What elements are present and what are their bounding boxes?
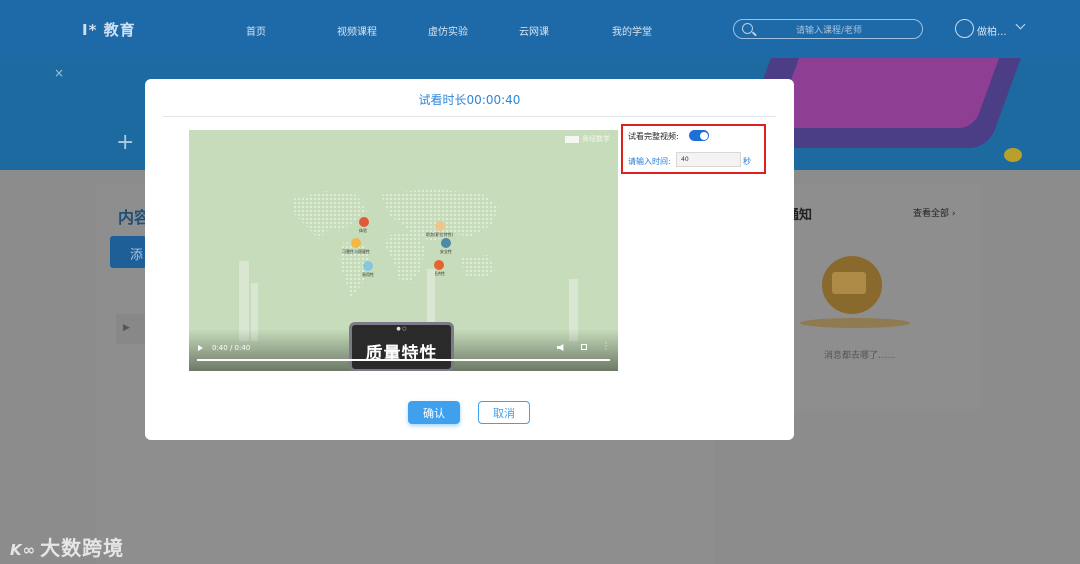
map-poi-safety: 安全性 — [440, 238, 452, 255]
banner-coin — [1004, 148, 1022, 162]
poi-marker-icon — [351, 238, 361, 248]
view-all-link[interactable]: 查看全部 › — [913, 206, 955, 219]
poi-marker-icon — [363, 261, 373, 271]
content-list-item[interactable] — [116, 314, 146, 344]
fullscreen-icon[interactable] — [581, 344, 587, 350]
top-navigation-bar: I* 教育 首页 视频课程 虚仿实验 云网课 我的学堂 请输入课程/老师 做柏.… — [0, 0, 1080, 58]
poi-marker-icon — [434, 260, 444, 270]
dialog-title: 试看时长00:00:40 — [418, 93, 521, 107]
poi-marker-icon — [434, 221, 445, 231]
chevron-down-icon — [1015, 19, 1026, 30]
map-poi-function: 职务(职位特性) — [426, 221, 453, 238]
empty-message-icon — [822, 256, 882, 314]
user-name: 做柏... — [977, 27, 1007, 38]
nav-my-study[interactable]: 我的学堂 — [612, 23, 652, 38]
video-controls: 0:40 / 0:40 · · · — [189, 340, 618, 371]
search-input[interactable]: 请输入课程/老师 — [733, 19, 923, 39]
world-map-illustration — [293, 189, 499, 297]
search-icon — [742, 23, 753, 34]
site-logo[interactable]: I* 教育 — [82, 19, 136, 40]
map-poi-reliability: 可靠性与稳健性 — [342, 238, 370, 255]
brand-logo-icon — [565, 135, 579, 143]
time-unit-label: 秒 — [743, 157, 751, 166]
cancel-button[interactable]: 取消 — [478, 401, 530, 424]
nav-cloud-course[interactable]: 云网课 — [519, 23, 549, 38]
confirm-button[interactable]: 确认 — [408, 401, 460, 424]
empty-notice-text: 消息都去哪了...... — [824, 351, 896, 361]
video-time: 0:40 / 0:40 — [212, 344, 251, 352]
user-avatar-icon — [955, 19, 974, 38]
play-icon[interactable] — [198, 345, 203, 351]
banner-illustration-screen — [773, 58, 1007, 128]
map-poi-experience: 体验 — [359, 217, 369, 234]
preview-settings-dialog: 试看时长00:00:40 体验 职务(职位特性) 可靠性与稳健性 安全性 易用性… — [145, 79, 794, 440]
video-progress-bar[interactable] — [197, 359, 610, 361]
empty-illustration-base — [800, 318, 910, 328]
add-content-label: 添 — [130, 248, 144, 263]
poi-marker-icon — [359, 217, 369, 227]
search-placeholder: 请输入课程/老师 — [796, 26, 863, 36]
nav-home[interactable]: 首页 — [246, 23, 266, 38]
video-progress-fill — [197, 359, 610, 361]
more-options-icon[interactable]: · · · — [604, 340, 608, 354]
preview-time-input[interactable] — [676, 152, 741, 167]
plus-icon: + — [116, 130, 135, 155]
map-poi-usability: 易用性 — [362, 261, 374, 278]
add-content-button[interactable]: 添 — [110, 236, 146, 268]
watermark-text: 大数跨境 — [40, 536, 125, 560]
full-video-toggle[interactable] — [689, 130, 709, 141]
full-video-label: 试看完整视频: — [628, 132, 679, 141]
expand-icon: ▶ — [123, 323, 130, 333]
dialog-divider — [163, 116, 776, 117]
close-icon: × — [54, 66, 65, 80]
watermark-logo-icon: K∞ — [10, 541, 37, 559]
video-brand-watermark: 奥纽数学 — [565, 134, 610, 144]
poi-marker-icon — [441, 238, 451, 248]
nav-virtual-experiments[interactable]: 虚仿实验 — [428, 23, 468, 38]
watermark: K∞ 大数跨境 — [10, 532, 124, 561]
video-player[interactable]: 体验 职务(职位特性) 可靠性与稳健性 安全性 易用性 经济性 奥纽数学 ● ○… — [189, 130, 618, 371]
volume-icon[interactable] — [557, 344, 564, 351]
time-input-label: 请输入时间: — [628, 157, 671, 166]
nav-video-courses[interactable]: 视频课程 — [337, 23, 377, 38]
signboard-top-mark: ● ○ — [396, 326, 407, 332]
preview-settings-panel: 试看完整视频: 请输入时间: 秒 — [621, 124, 766, 174]
